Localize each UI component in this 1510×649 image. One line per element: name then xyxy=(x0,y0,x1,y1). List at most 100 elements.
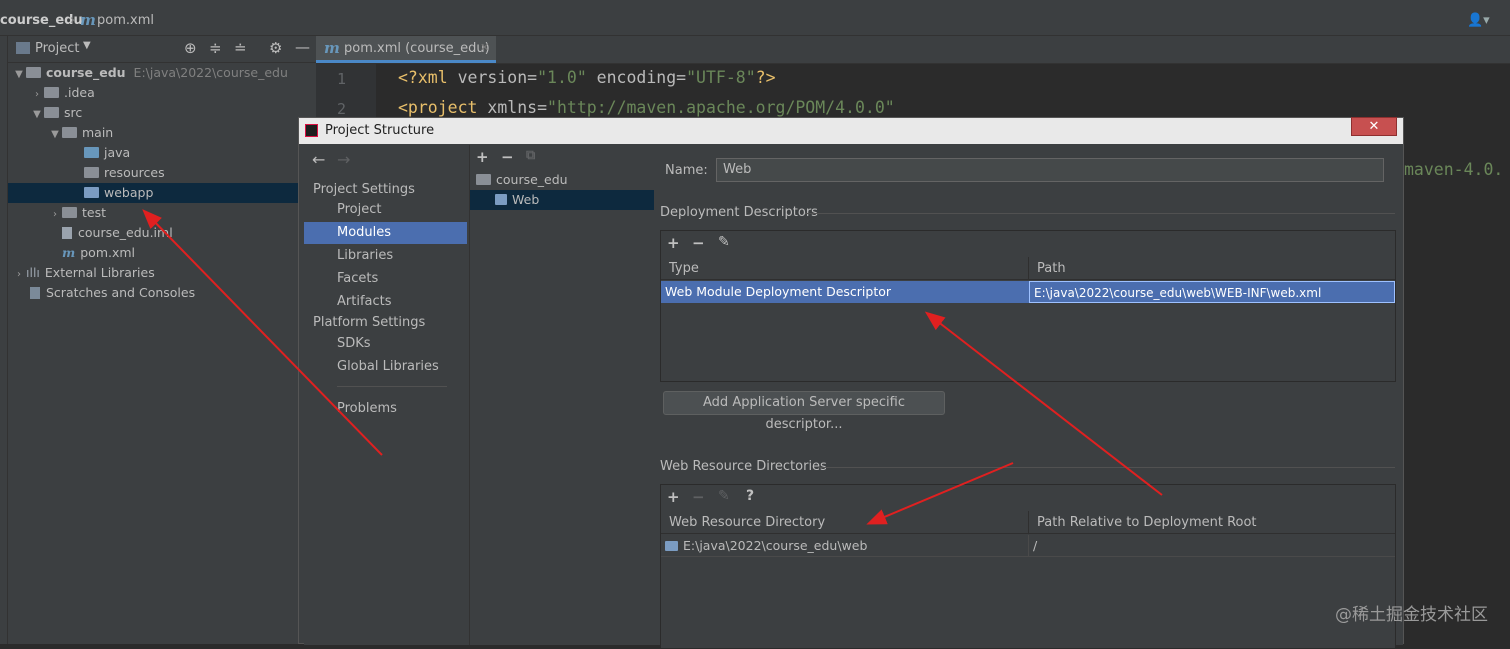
tree-item-main[interactable]: ▼ main xyxy=(48,123,113,143)
facet-settings-panel: Name: Web Deployment Descriptors + − ✎ T… xyxy=(655,145,1403,649)
dialog-title: Project Structure xyxy=(325,123,435,138)
watermark: @稀土掘金技术社区 xyxy=(1335,605,1488,625)
tree-item-label: Web xyxy=(512,192,540,207)
dialog-sidebar: ← → Project Settings Project Modules Lib… xyxy=(304,145,469,645)
tool-window-stripe xyxy=(0,36,8,644)
chevron-right-icon[interactable]: › xyxy=(12,265,26,285)
tree-item-label: course_edu xyxy=(496,172,568,187)
menu-bar xyxy=(0,0,1510,8)
section-divider xyxy=(805,213,1395,214)
column-header-web-resource-directory[interactable]: Web Resource Directory xyxy=(661,511,1029,534)
chevron-right-icon[interactable]: › xyxy=(48,205,62,225)
project-view-icon xyxy=(16,42,30,54)
sidebar-item-project[interactable]: Project xyxy=(304,199,467,221)
project-structure-dialog: Project Structure ✕ ← → Project Settings… xyxy=(298,117,1404,649)
chevron-down-icon[interactable]: ▼ xyxy=(30,105,44,125)
remove-icon[interactable]: − xyxy=(692,234,705,252)
relative-path-cell[interactable]: / xyxy=(1029,535,1395,557)
help-icon[interactable]: ? xyxy=(746,488,754,504)
gear-icon[interactable]: ⚙ xyxy=(269,39,282,57)
descriptor-path-cell[interactable]: E:\java\2022\course_edu\web\WEB-INF\web.… xyxy=(1029,281,1395,303)
project-view-label[interactable]: Project xyxy=(35,41,79,56)
tree-item-label: webapp xyxy=(104,185,154,200)
line-number: 2 xyxy=(336,100,346,118)
chevron-down-icon[interactable]: ▼ xyxy=(48,125,62,145)
chevron-down-icon[interactable]: ▼ xyxy=(83,40,91,51)
tree-item-label: Scratches and Consoles xyxy=(46,285,196,300)
tree-item-label: test xyxy=(82,205,107,220)
module-tree-panel: + − ⧉ course_edu Web xyxy=(469,145,657,645)
tree-item-resources[interactable]: resources xyxy=(70,163,165,183)
tree-item-scratches[interactable]: Scratches and Consoles xyxy=(30,283,195,303)
remove-icon: − xyxy=(692,488,705,506)
user-icon[interactable]: 👤▾ xyxy=(1467,13,1490,28)
sidebar-item-sdks[interactable]: SDKs xyxy=(337,333,371,355)
tree-item-java[interactable]: java xyxy=(70,143,130,163)
maven-icon: m xyxy=(324,39,340,57)
sidebar-item-modules[interactable]: Modules xyxy=(304,222,467,244)
section-project-settings: Project Settings xyxy=(313,182,415,197)
sidebar-item-artifacts[interactable]: Artifacts xyxy=(337,291,392,313)
sidebar-item-facets[interactable]: Facets xyxy=(337,268,378,290)
web-facet-icon xyxy=(495,194,507,205)
chevron-right-icon[interactable]: › xyxy=(30,85,44,105)
expand-all-icon[interactable]: ≑ xyxy=(209,39,222,57)
tree-item-label: main xyxy=(82,125,114,140)
tree-item-label: External Libraries xyxy=(44,265,155,280)
name-label: Name: xyxy=(665,163,708,178)
deployment-descriptors-table: + − ✎ Type Path Web Module Deployment De… xyxy=(660,230,1396,382)
add-icon[interactable]: + xyxy=(667,234,680,252)
code-line-1: <?xml version="1.0" encoding="UTF-8"?> xyxy=(398,68,776,87)
add-icon[interactable]: + xyxy=(667,488,680,506)
tree-item-label: resources xyxy=(104,165,165,180)
sidebar-item-problems[interactable]: Problems xyxy=(337,398,397,420)
navigation-bar: course_edu › m pom.xml 👤▾ xyxy=(0,8,1510,36)
tree-item-idea[interactable]: › .idea xyxy=(30,83,95,103)
tree-item-label: course_edu.iml xyxy=(78,225,173,240)
tree-item-test[interactable]: › test xyxy=(48,203,106,223)
tree-item-label: course_edu xyxy=(46,65,126,80)
iml-file-icon xyxy=(62,227,72,239)
sidebar-item-global-libraries[interactable]: Global Libraries xyxy=(337,356,439,378)
hide-icon[interactable]: — xyxy=(295,38,310,56)
back-arrow-icon[interactable]: ← xyxy=(312,150,325,169)
resources-folder-icon xyxy=(84,167,99,178)
tree-item-src[interactable]: ▼ src xyxy=(30,103,82,123)
folder-icon xyxy=(44,107,59,118)
project-panel-header: Project ▼ ⊕ ≑ ≐ ⚙ — xyxy=(8,36,316,63)
tree-item-webapp[interactable]: webapp xyxy=(8,183,298,203)
breadcrumb-file[interactable]: pom.xml xyxy=(97,13,154,28)
edit-icon: ✎ xyxy=(718,488,730,504)
module-tree-root[interactable]: course_edu xyxy=(476,170,568,190)
module-tree-web[interactable]: Web xyxy=(470,190,654,210)
line-number: 1 xyxy=(336,70,346,88)
name-field[interactable]: Web xyxy=(716,158,1384,182)
remove-icon[interactable]: − xyxy=(501,148,514,166)
add-icon[interactable]: + xyxy=(476,148,489,166)
close-button[interactable]: ✕ xyxy=(1351,117,1397,136)
tree-item-external-libraries[interactable]: › ıllı External Libraries xyxy=(12,263,155,283)
tab-pom-xml[interactable]: m pom.xml (course_edu) ✕ xyxy=(316,36,496,63)
tree-item-label: java xyxy=(104,145,131,160)
descriptor-type-cell[interactable]: Web Module Deployment Descriptor xyxy=(661,281,1029,303)
edit-icon[interactable]: ✎ xyxy=(718,234,730,250)
tree-item-course-edu[interactable]: ▼ course_edu E:\java\2022\course_edu xyxy=(12,63,288,83)
column-header-type[interactable]: Type xyxy=(661,257,1029,280)
add-server-descriptor-button[interactable]: Add Application Server specific descript… xyxy=(663,391,945,432)
chevron-down-icon[interactable]: ▼ xyxy=(12,65,26,85)
close-icon[interactable]: ✕ xyxy=(480,41,489,54)
tree-item-label: pom.xml xyxy=(80,245,136,260)
column-header-path[interactable]: Path xyxy=(1029,257,1395,280)
tree-item-pom[interactable]: m pom.xml xyxy=(48,243,135,263)
sidebar-divider xyxy=(337,386,447,387)
locate-icon[interactable]: ⊕ xyxy=(184,39,197,57)
collapse-all-icon[interactable]: ≐ xyxy=(234,39,247,57)
column-header-relative-path[interactable]: Path Relative to Deployment Root xyxy=(1029,511,1395,534)
web-resource-directories-title: Web Resource Directories xyxy=(660,459,827,474)
maven-icon: m xyxy=(80,11,96,29)
tab-label: pom.xml (course_edu) xyxy=(344,41,490,56)
resource-directory-cell[interactable]: E:\java\2022\course_edu\web xyxy=(661,535,1029,557)
sidebar-item-libraries[interactable]: Libraries xyxy=(337,245,393,267)
tree-item-iml[interactable]: course_edu.iml xyxy=(48,223,173,243)
module-folder-icon xyxy=(26,67,41,78)
